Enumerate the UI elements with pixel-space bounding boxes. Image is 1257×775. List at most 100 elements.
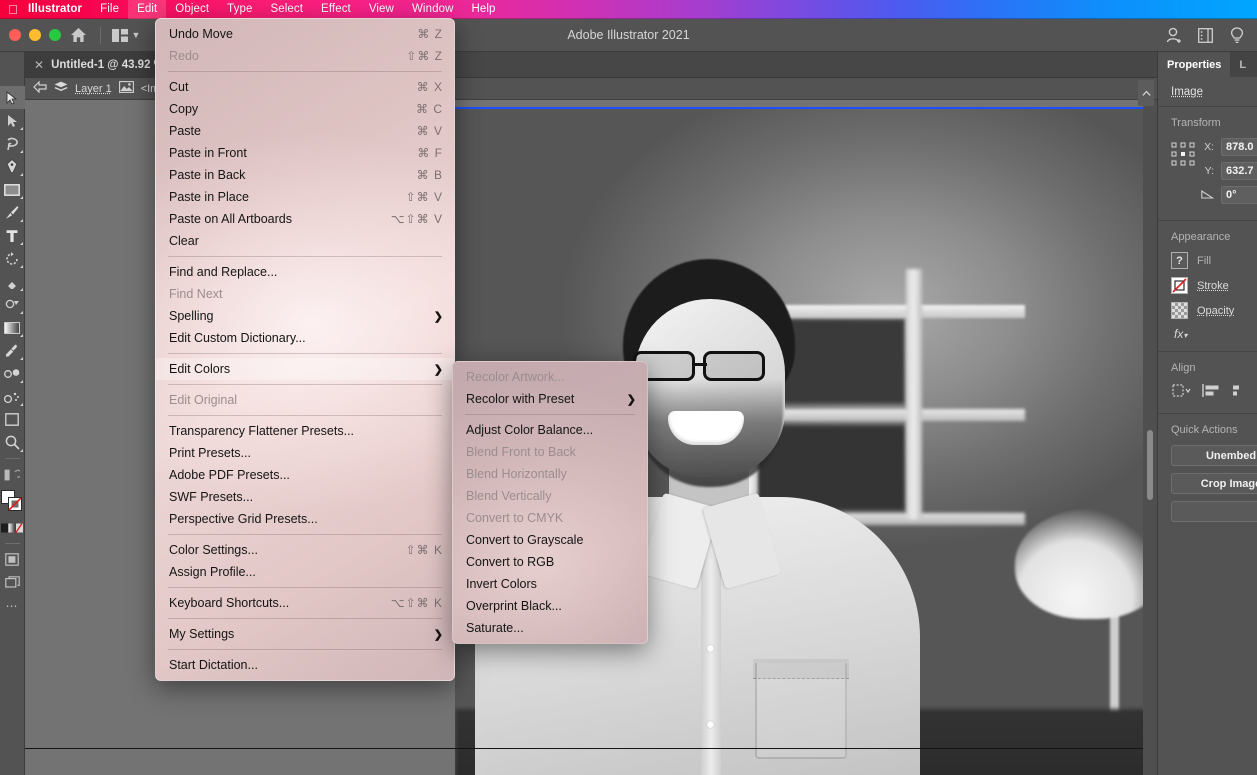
menu-effect[interactable]: Effect bbox=[312, 0, 360, 19]
more-tools-icon[interactable]: ⋯ bbox=[0, 594, 25, 617]
x-field[interactable]: 878.0 bbox=[1221, 138, 1257, 156]
menu-item-paste-on-all-artboards[interactable]: Paste on All Artboards ⌥⇧⌘ V bbox=[156, 208, 454, 230]
menu-window[interactable]: Window bbox=[403, 0, 463, 19]
breadcrumb-layer-label[interactable]: Layer 1 bbox=[75, 83, 112, 95]
chevron-down-icon[interactable]: ▼ bbox=[132, 30, 141, 40]
edit-menu-dropdown[interactable]: Undo Move ⌘ Z Redo ⇧⌘ Z Cut ⌘ X Copy ⌘ C… bbox=[155, 18, 455, 681]
menu-item-paste-in-front[interactable]: Paste in Front ⌘ F bbox=[156, 142, 454, 164]
menu-item-start-dictation[interactable]: Start Dictation... bbox=[156, 654, 454, 676]
direct-selection-tool[interactable] bbox=[0, 109, 25, 132]
menu-type[interactable]: Type bbox=[218, 0, 261, 19]
menu-item-edit-custom-dictionary[interactable]: Edit Custom Dictionary... bbox=[156, 327, 454, 349]
quick-action-button[interactable] bbox=[1171, 501, 1257, 522]
color-mode-swatches[interactable] bbox=[0, 516, 25, 539]
scale-tool[interactable] bbox=[0, 270, 25, 293]
y-field[interactable]: 632.7 bbox=[1221, 162, 1257, 180]
menu-edit[interactable]: Edit bbox=[128, 0, 166, 19]
menu-illustrator[interactable]: Illustrator bbox=[26, 0, 91, 19]
submenu-item-invert-colors[interactable]: Invert Colors bbox=[453, 573, 647, 595]
crop-image-button[interactable]: Crop Image bbox=[1171, 473, 1257, 494]
submenu-item-convert-to-grayscale[interactable]: Convert to Grayscale bbox=[453, 529, 647, 551]
angle-field[interactable]: 0° bbox=[1221, 186, 1257, 204]
menu-view[interactable]: View bbox=[360, 0, 403, 19]
workspace-switcher-icon[interactable] bbox=[1191, 19, 1220, 52]
tab-properties[interactable]: Properties bbox=[1158, 52, 1230, 77]
fill-row[interactable]: ? Fill bbox=[1171, 252, 1257, 269]
menu-item-swf-presets[interactable]: SWF Presets... bbox=[156, 486, 454, 508]
menu-item-keyboard-shortcuts[interactable]: Keyboard Shortcuts... ⌥⇧⌘ K bbox=[156, 592, 454, 614]
menu-item-clear[interactable]: Clear bbox=[156, 230, 454, 252]
screen-mode-icon[interactable] bbox=[0, 571, 25, 594]
lasso-tool[interactable] bbox=[0, 132, 25, 155]
close-icon[interactable]: ✕ bbox=[34, 58, 44, 72]
minimize-window-button[interactable] bbox=[29, 29, 41, 41]
menu-item-edit-colors[interactable]: Edit Colors ❯ bbox=[156, 358, 454, 380]
rectangle-tool[interactable] bbox=[0, 178, 25, 201]
submenu-item-recolor-with-preset[interactable]: Recolor with Preset ❯ bbox=[453, 388, 647, 410]
opacity-swatch[interactable] bbox=[1171, 302, 1188, 319]
submenu-item-convert-to-rgb[interactable]: Convert to RGB bbox=[453, 551, 647, 573]
apple-menu-icon[interactable]:  bbox=[0, 3, 26, 17]
maximize-window-button[interactable] bbox=[49, 29, 61, 41]
rotate-tool[interactable] bbox=[0, 247, 25, 270]
submenu-item-overprint-black[interactable]: Overprint Black... bbox=[453, 595, 647, 617]
drawing-mode-icon[interactable] bbox=[0, 548, 25, 571]
canvas-vertical-scrollbar[interactable] bbox=[1143, 100, 1157, 775]
paintbrush-tool[interactable] bbox=[0, 201, 25, 224]
align-left-icon[interactable] bbox=[1202, 383, 1222, 403]
symbol-sprayer-tool[interactable] bbox=[0, 385, 25, 408]
home-icon[interactable] bbox=[61, 19, 95, 52]
free-transform-tool[interactable] bbox=[0, 293, 25, 316]
fill-swatch[interactable]: ? bbox=[1171, 252, 1188, 269]
menu-item-spelling[interactable]: Spelling ❯ bbox=[156, 305, 454, 327]
type-tool[interactable] bbox=[0, 224, 25, 247]
menu-item-color-settings[interactable]: Color Settings... ⇧⌘ K bbox=[156, 539, 454, 561]
eyedropper-tool[interactable] bbox=[0, 339, 25, 362]
back-arrow-icon[interactable] bbox=[33, 81, 47, 96]
opacity-row[interactable]: Opacity bbox=[1171, 302, 1257, 319]
menu-select[interactable]: Select bbox=[261, 0, 312, 19]
blend-tool[interactable] bbox=[0, 362, 25, 385]
menu-item-paste[interactable]: Paste ⌘ V bbox=[156, 120, 454, 142]
stroke-row[interactable]: Stroke bbox=[1171, 277, 1257, 294]
menu-help[interactable]: Help bbox=[462, 0, 504, 19]
menu-item-find-and-replace[interactable]: Find and Replace... bbox=[156, 261, 454, 283]
menu-item-paste-in-back[interactable]: Paste in Back ⌘ B bbox=[156, 164, 454, 186]
discover-bulb-icon[interactable] bbox=[1222, 19, 1251, 52]
gradient-tool[interactable] bbox=[0, 316, 25, 339]
close-window-button[interactable] bbox=[9, 29, 21, 41]
menu-item-perspective-grid-presets[interactable]: Perspective Grid Presets... bbox=[156, 508, 454, 530]
fx-button[interactable]: fx▾ bbox=[1171, 327, 1257, 341]
menu-item-undo-move[interactable]: Undo Move ⌘ Z bbox=[156, 23, 454, 45]
tab-libraries[interactable]: L bbox=[1230, 52, 1255, 77]
scrollbar-thumb[interactable] bbox=[1147, 430, 1153, 500]
edit-colors-submenu[interactable]: Recolor Artwork... Recolor with Preset ❯… bbox=[452, 361, 648, 644]
fill-stroke-swatches[interactable] bbox=[0, 486, 25, 516]
menu-item-transparency-flattener-presets[interactable]: Transparency Flattener Presets... bbox=[156, 420, 454, 442]
selection-tool[interactable] bbox=[0, 86, 25, 109]
align-center-icon[interactable] bbox=[1233, 383, 1241, 403]
arrange-documents-icon[interactable]: ▼ bbox=[106, 19, 146, 52]
opacity-label[interactable]: Opacity bbox=[1197, 305, 1234, 317]
submenu-item-adjust-color-balance[interactable]: Adjust Color Balance... bbox=[453, 419, 647, 441]
edit-toolbar-icon[interactable] bbox=[0, 463, 25, 486]
stroke-swatch[interactable] bbox=[1171, 277, 1188, 294]
pen-tool[interactable] bbox=[0, 155, 25, 178]
reference-point-grid-icon[interactable] bbox=[1171, 138, 1195, 171]
unembed-button[interactable]: Unembed bbox=[1171, 445, 1257, 466]
menu-file[interactable]: File bbox=[91, 0, 128, 19]
artboard-tool[interactable] bbox=[0, 408, 25, 431]
menu-item-copy[interactable]: Copy ⌘ C bbox=[156, 98, 454, 120]
zoom-tool[interactable] bbox=[0, 431, 25, 454]
align-to-artboard-icon[interactable] bbox=[1171, 383, 1191, 403]
collapse-panel-icon[interactable] bbox=[1138, 80, 1154, 106]
add-user-icon[interactable] bbox=[1160, 19, 1189, 52]
menu-object[interactable]: Object bbox=[166, 0, 218, 19]
menu-item-adobe-pdf-presets[interactable]: Adobe PDF Presets... bbox=[156, 464, 454, 486]
stroke-label[interactable]: Stroke bbox=[1197, 280, 1229, 292]
menu-item-paste-in-place[interactable]: Paste in Place ⇧⌘ V bbox=[156, 186, 454, 208]
submenu-item-saturate[interactable]: Saturate... bbox=[453, 617, 647, 639]
menu-item-assign-profile[interactable]: Assign Profile... bbox=[156, 561, 454, 583]
menu-item-cut[interactable]: Cut ⌘ X bbox=[156, 76, 454, 98]
menu-item-print-presets[interactable]: Print Presets... bbox=[156, 442, 454, 464]
